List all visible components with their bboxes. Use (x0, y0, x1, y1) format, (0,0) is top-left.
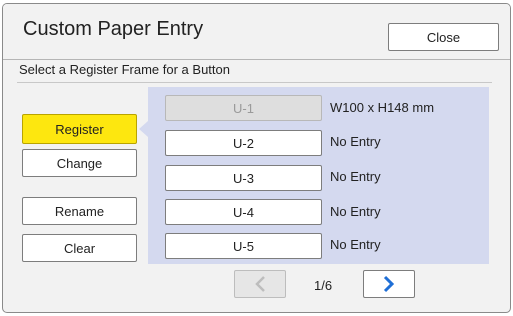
slot-u4-status: No Entry (330, 204, 381, 219)
selection-pointer-icon (139, 121, 148, 137)
slot-u2-button[interactable]: U-2 (165, 130, 322, 156)
slot-u1-button[interactable]: U-1 (165, 95, 322, 121)
previous-page-button[interactable] (234, 270, 286, 298)
slot-u5-button[interactable]: U-5 (165, 233, 322, 259)
instruction-text: Select a Register Frame for a Button (19, 62, 230, 77)
close-button[interactable]: Close (388, 23, 499, 51)
slot-u4-button[interactable]: U-4 (165, 199, 322, 225)
slot-u3-status: No Entry (330, 169, 381, 184)
slot-u3-button[interactable]: U-3 (165, 165, 322, 191)
register-button[interactable]: Register (22, 114, 137, 144)
slot-u5-status: No Entry (330, 237, 381, 252)
change-button[interactable]: Change (22, 149, 137, 177)
next-page-button[interactable] (363, 270, 415, 298)
slot-u2-status: No Entry (330, 134, 381, 149)
chevron-right-icon (383, 275, 395, 293)
chevron-left-icon (255, 276, 265, 292)
clear-button[interactable]: Clear (22, 234, 137, 262)
rename-button[interactable]: Rename (22, 197, 137, 225)
divider (17, 82, 492, 83)
slot-u1-status: W100 x H148 mm (330, 100, 435, 115)
dialog-title: Custom Paper Entry (23, 18, 204, 40)
page-indicator: 1/6 (314, 278, 333, 293)
